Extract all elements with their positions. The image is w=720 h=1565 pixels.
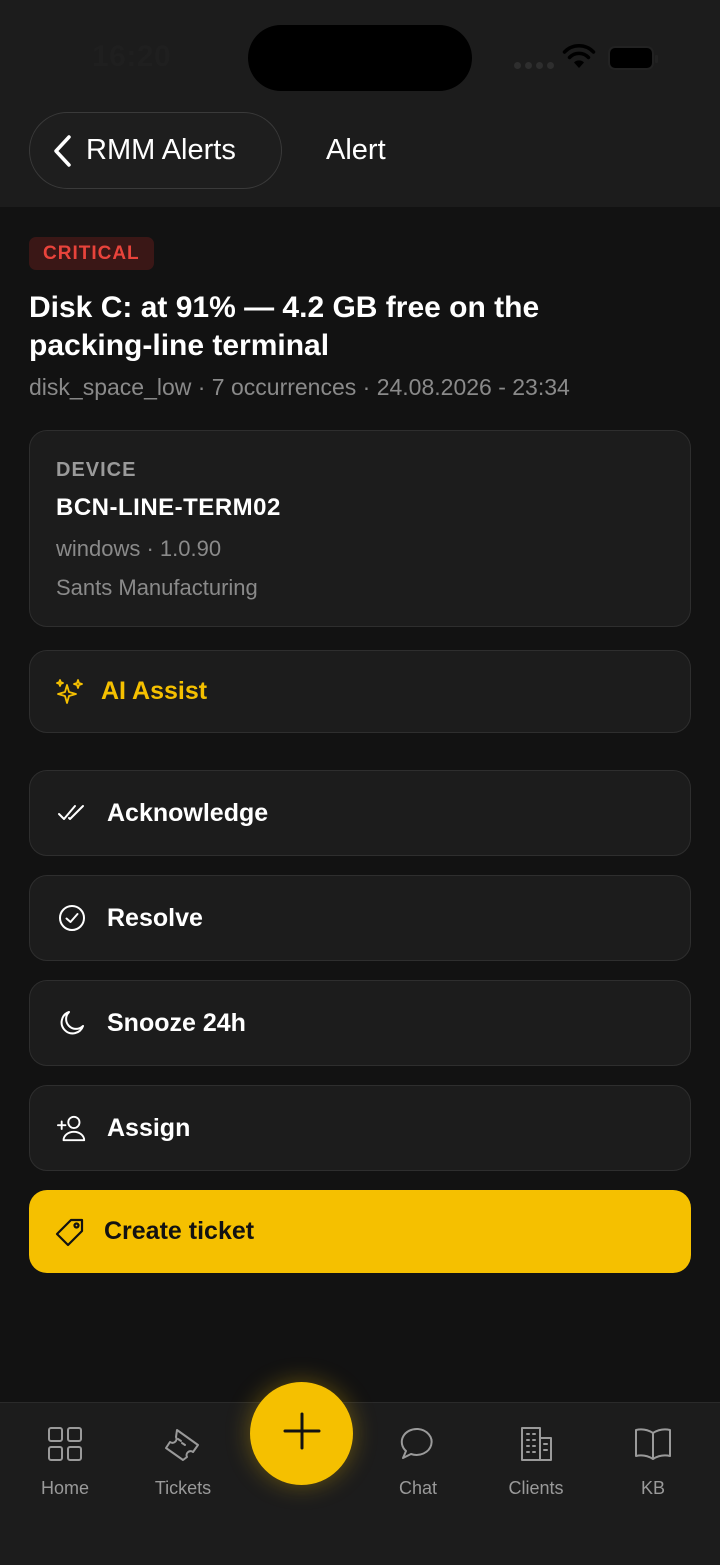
status-bar: 16:20	[0, 0, 720, 110]
back-button-label: RMM Alerts	[86, 134, 236, 166]
tab-clients-label: Clients	[508, 1478, 564, 1498]
plus-icon	[282, 1411, 322, 1456]
create-ticket-button[interactable]: Create ticket	[29, 1190, 691, 1273]
wifi-icon	[562, 44, 596, 75]
navigation-bar: RMM Alerts Alert	[0, 110, 720, 207]
back-button[interactable]: RMM Alerts	[29, 112, 282, 189]
tag-icon	[54, 1216, 86, 1248]
resolve-button[interactable]: Resolve	[29, 875, 691, 961]
sparkles-icon	[55, 677, 85, 707]
alert-title: Disk C: at 91% — 4.2 GB free on the pack…	[29, 291, 540, 362]
grid-icon	[46, 1425, 84, 1468]
assign-button[interactable]: Assign	[29, 1085, 691, 1171]
dynamic-island	[248, 25, 472, 91]
book-icon	[633, 1425, 673, 1468]
tab-kb[interactable]: KB	[598, 1425, 708, 1499]
device-name: BCN-LINE-TERM02	[56, 494, 281, 521]
add-button[interactable]	[250, 1382, 353, 1485]
severity-badge: CRITICAL	[29, 237, 154, 270]
tab-home-label: Home	[40, 1478, 89, 1498]
device-card[interactable]: DEVICE BCN-LINE-TERM02 windows · 1.0.90 …	[29, 430, 691, 627]
tab-kb-label: KB	[640, 1478, 665, 1498]
moon-icon	[57, 1009, 87, 1037]
device-client: Sants Manufacturing	[56, 575, 258, 600]
device-os: windows · 1.0.90	[56, 536, 222, 561]
page-title: Alert	[326, 134, 386, 166]
acknowledge-button[interactable]: Acknowledge	[29, 770, 691, 856]
tab-bar: Home Tickets Chat Clients KB	[0, 1402, 720, 1565]
cellular-signal-icon	[514, 62, 554, 69]
chat-icon	[398, 1425, 438, 1468]
status-time: 16:20	[92, 40, 172, 73]
tab-tickets-label: Tickets	[154, 1478, 212, 1498]
ai-assist-button[interactable]: AI Assist	[29, 650, 691, 733]
tab-clients[interactable]: Clients	[481, 1425, 591, 1499]
tab-chat[interactable]: Chat	[363, 1425, 473, 1499]
tab-home[interactable]: Home	[10, 1425, 120, 1499]
acknowledge-label: Acknowledge	[107, 798, 269, 827]
alert-meta: disk_space_low · 7 occurrences · 24.08.2…	[29, 374, 570, 400]
tab-tickets[interactable]: Tickets	[128, 1425, 238, 1499]
double-check-icon	[57, 803, 87, 823]
chevron-left-icon	[52, 134, 72, 168]
ai-assist-label: AI Assist	[101, 677, 208, 705]
assign-label: Assign	[107, 1113, 191, 1142]
device-section-label: DEVICE	[56, 459, 137, 481]
building-icon	[517, 1425, 555, 1468]
battery-icon	[608, 46, 658, 70]
check-circle-icon	[57, 904, 87, 932]
snooze-label: Snooze 24h	[107, 1008, 246, 1037]
user-plus-icon	[57, 1113, 87, 1143]
ticket-icon	[163, 1425, 203, 1468]
resolve-label: Resolve	[107, 903, 203, 932]
snooze-button[interactable]: Snooze 24h	[29, 980, 691, 1066]
tab-chat-label: Chat	[398, 1478, 438, 1498]
create-ticket-label: Create ticket	[104, 1217, 255, 1245]
